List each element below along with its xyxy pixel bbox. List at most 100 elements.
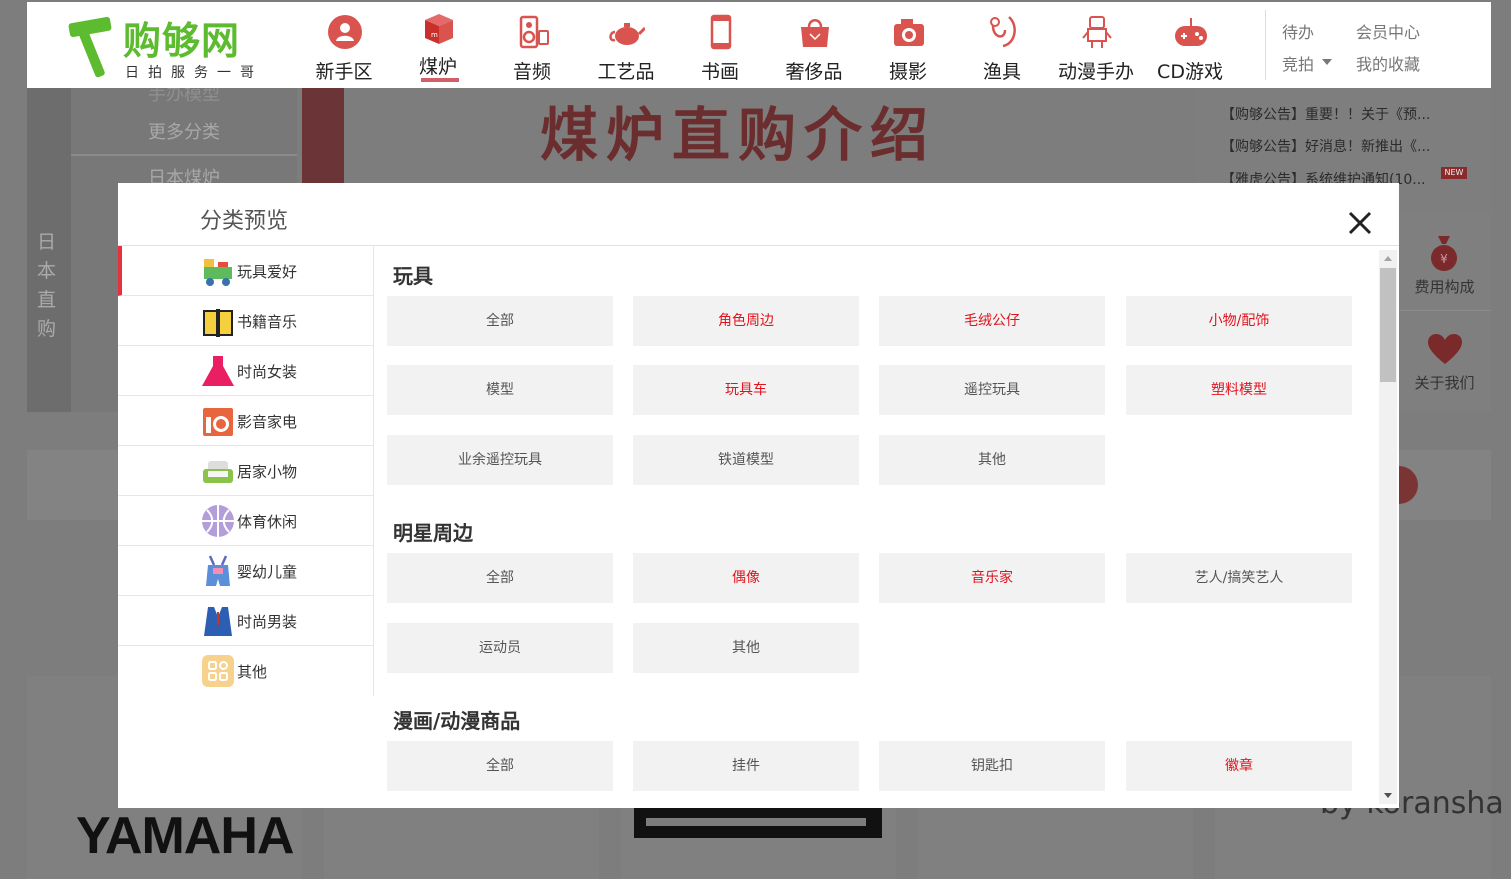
close-icon[interactable] [1342,205,1378,241]
nav-anime-figures[interactable]: 动漫手办 [1049,2,1143,88]
sidebar-item-other[interactable]: 其他 [118,646,374,696]
sidebar-item-books-music[interactable]: 书籍音乐 [118,296,374,346]
category-cell[interactable]: 钥匙扣 [879,741,1105,791]
sidebar-item-sports[interactable]: 体育休闲 [118,496,374,546]
logo-slogan: 日拍服务一哥 [125,65,263,81]
scroll-icon [710,14,732,50]
category-cell[interactable]: 艺人/搞笑艺人 [1126,553,1352,603]
sidebar-item-womens-fashion[interactable]: 时尚女装 [118,346,374,396]
nav-label: 渔具 [982,61,1021,83]
chevron-down-icon[interactable] [1322,59,1332,65]
scroll-thumb[interactable] [1380,268,1396,382]
camera-icon [894,19,924,46]
category-preview-modal: 分类预览 玩具爱好 书籍音乐 时尚女装 影音家电 居家小物 体育休闲 婴幼儿童 … [118,183,1399,808]
fee-structure-label: 费用构成 [1414,278,1475,296]
sidebar-item-appliances[interactable]: 影音家电 [118,396,374,446]
teapot-icon [609,23,645,45]
nav-label: 煤炉 [418,56,457,78]
site-logo[interactable]: 购够网 日拍服务一哥 [67,10,267,82]
sidebar-item-mens-fashion[interactable]: 时尚男装 [118,596,374,646]
content-scrollbar[interactable] [1379,250,1397,804]
sidebar-item-label: 影音家电 [237,413,298,431]
category-content: 玩具 全部 角色周边 毛绒公仔 小物/配饰 模型 玩具车 遥控玩具 塑料模型 业… [380,246,1380,808]
appliance-icon [203,408,233,436]
category-cell[interactable]: 毛绒公仔 [879,296,1105,346]
category-cell[interactable]: 全部 [387,296,613,346]
hammer-icon [68,16,112,78]
notice-item: 【购够公告】重要！！关于《预... [1221,107,1431,123]
banner-title: 煤炉直购介绍 [540,101,937,169]
toy-train-icon [204,259,232,286]
member-center-link[interactable]: 会员中心 [1356,19,1420,43]
divider [71,154,297,156]
section-title-toys: 玩具 [393,264,433,288]
category-cell[interactable]: 全部 [387,553,613,603]
category-cell[interactable]: 玩具车 [633,365,859,415]
nav-label: 新手区 [315,61,373,83]
nav-label: 动漫手办 [1057,61,1134,83]
todo-link[interactable]: 待办 [1282,19,1314,43]
nav-label: 摄影 [888,61,927,83]
notice-item: 【购够公告】好消息！新推出《... [1221,139,1431,155]
category-cell[interactable]: 业余遥控玩具 [387,435,613,485]
heart-icon [1428,334,1462,364]
nav-photography[interactable]: 摄影 [861,2,955,88]
sidebar-item-label: 时尚女装 [237,363,298,381]
sidebar-item-label: 婴幼儿童 [237,563,298,581]
nav-label: 工艺品 [597,61,655,83]
auction-dropdown[interactable]: 竞拍 [1282,51,1314,75]
nav-crafts[interactable]: 工艺品 [579,2,673,88]
sidebar-item-toys[interactable]: 玩具爱好 [118,246,374,296]
nav-newbie[interactable]: 新手区 [297,2,391,88]
category-cell[interactable]: 铁道模型 [633,435,859,485]
nav-luxury[interactable]: 奢侈品 [767,2,861,88]
category-cell[interactable]: 挂件 [633,741,859,791]
category-cell[interactable]: 塑料模型 [1126,365,1352,415]
favorites-link[interactable]: 我的收藏 [1356,51,1420,75]
category-cell[interactable]: 其他 [879,435,1105,485]
sidebar-item-home-goods[interactable]: 居家小物 [118,446,374,496]
section-title-manga-anime: 漫画/动漫商品 [393,709,521,733]
active-underline [421,78,459,82]
box-icon: m [425,14,453,44]
grid-icon [202,655,234,687]
more-categories: 更多分类 [148,122,220,143]
handbag-icon [801,19,829,47]
sidebar-item-label: 居家小物 [237,463,298,481]
nav-mercari[interactable]: m 煤炉 [391,2,485,88]
category-cell[interactable]: 徽章 [1126,741,1352,791]
category-cell[interactable]: 小物/配饰 [1126,296,1352,346]
category-cell[interactable]: 运动员 [387,623,613,673]
sidebar-item-baby-kids[interactable]: 婴幼儿童 [118,546,374,596]
baby-overalls-icon [206,555,230,586]
header-user-links: 待办 会员中心 竞拍 我的收藏 [1265,10,1475,80]
category-cell[interactable]: 模型 [387,365,613,415]
sega-logo [634,808,882,838]
about-us-label: 关于我们 [1414,374,1475,392]
svg-text:¥: ¥ [1440,252,1448,266]
gamepad-icon [1175,18,1207,46]
nav-label: 音频 [512,61,551,83]
category-cell[interactable]: 遥控玩具 [879,365,1105,415]
category-cell[interactable]: 角色周边 [633,296,859,346]
banner-red-strip [302,88,344,184]
category-cell[interactable]: 音乐家 [879,553,1105,603]
nav-audio[interactable]: 音频 [485,2,579,88]
new-badge: NEW [1441,167,1467,179]
sofa-icon [203,461,233,483]
scroll-up-arrow[interactable] [1384,256,1392,261]
category-cell[interactable]: 偶像 [633,553,859,603]
category-cell[interactable]: 其他 [633,623,859,673]
yamaha-logo: YAMAHA [76,807,294,865]
nav-cd-games[interactable]: CD游戏 [1143,2,1237,88]
nav-label: 奢侈品 [785,61,843,83]
sidebar-item-label: 玩具爱好 [237,263,298,281]
nav-fishing[interactable]: 渔具 [955,2,1049,88]
site-header: 购够网 日拍服务一哥 新手区 m 煤炉 音频 工艺品 书画 奢侈品 摄影 渔具 … [27,2,1491,88]
money-bag-icon: ¥ [1431,236,1457,271]
scroll-down-arrow[interactable] [1384,793,1392,798]
suit-icon [204,607,232,636]
nav-painting[interactable]: 书画 [673,2,767,88]
category-cell[interactable]: 全部 [387,741,613,791]
vertical-label: 日本直购 [37,231,57,340]
